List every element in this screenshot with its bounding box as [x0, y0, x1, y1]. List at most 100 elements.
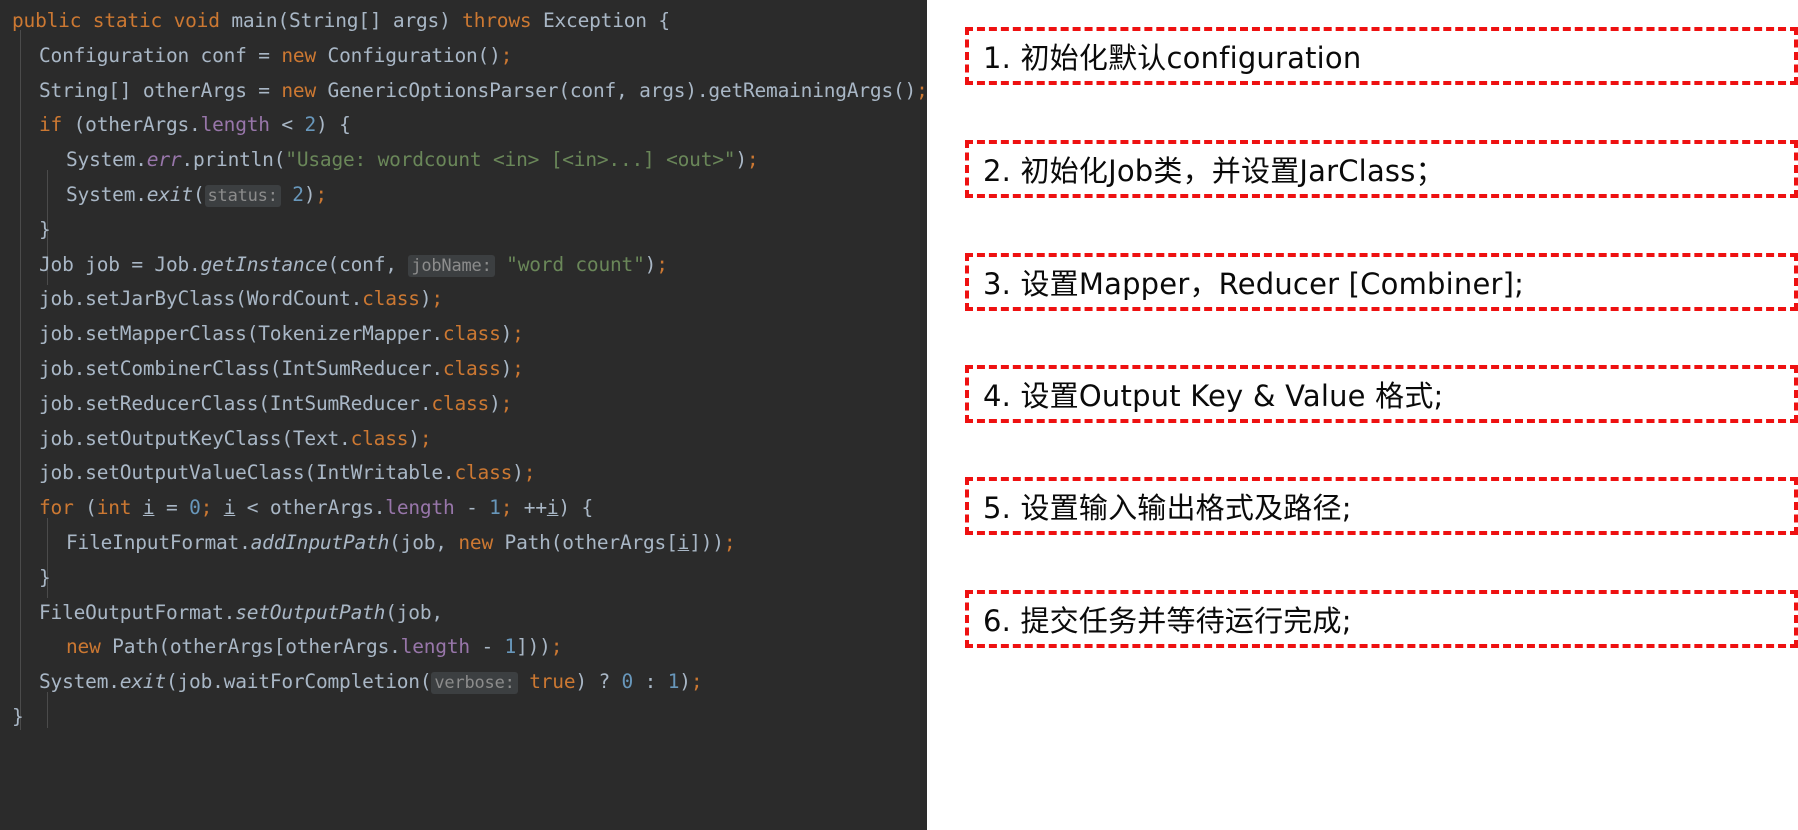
code-token: i [546, 496, 559, 520]
code-line-list[interactable]: public static void main(String[] args) t… [0, 4, 927, 735]
code-token: < [269, 113, 305, 137]
code-token: new [281, 43, 316, 67]
code-token: class [431, 391, 490, 415]
code-token: 2 [304, 113, 316, 137]
code-editor-pane[interactable]: public static void main(String[] args) t… [0, 0, 927, 830]
code-token: ])) [516, 635, 551, 659]
code-token: = [154, 496, 190, 520]
code-token: ) [500, 356, 513, 380]
code-line[interactable]: FileInputFormat.addInputPath(job, new Pa… [0, 526, 927, 561]
code-token: 0 [621, 670, 634, 694]
code-token: class [442, 322, 501, 346]
code-token: ])) [689, 530, 724, 554]
code-line[interactable]: String[] otherArgs = new GenericOptionsP… [0, 74, 927, 109]
code-token: ++ [512, 496, 547, 520]
annotation-label-1: 1. 初始化默认configuration [983, 41, 1362, 75]
code-token: job.setJarByClass(WordCount. [39, 287, 363, 311]
code-line[interactable]: job.setMapperClass(TokenizerMapper.class… [0, 317, 927, 352]
code-token: 1 [667, 670, 680, 694]
code-token: System. [66, 148, 147, 172]
code-token: ) [489, 391, 501, 415]
code-token: 1 [504, 635, 517, 659]
code-token: job.setCombinerClass(IntSumReducer. [39, 356, 443, 380]
code-token: ; [723, 530, 736, 554]
code-token: void [173, 9, 220, 32]
annotations-pane: 1. 初始化默认configuration 2. 初始化Job类，并设置JarC… [927, 0, 1798, 830]
code-token: true [529, 670, 576, 694]
code-token: Exception [542, 9, 647, 32]
code-token: } [39, 217, 51, 241]
annotation-box-6: 6. 提交任务并等待运行完成; [965, 590, 1798, 648]
code-line[interactable]: if (otherArgs.length < 2) { [0, 108, 927, 143]
code-line[interactable]: Job job = Job.getInstance(conf, jobName:… [0, 248, 927, 283]
annotation-box-2: 2. 初始化Job类，并设置JarClass； [965, 140, 1798, 198]
code-token: class [454, 461, 513, 485]
code-token: - [469, 635, 505, 659]
annotation-label-6: 6. 提交任务并等待运行完成; [983, 604, 1352, 638]
code-line[interactable]: } [0, 700, 927, 735]
code-line[interactable]: } [0, 561, 927, 596]
code-token: class [350, 426, 409, 450]
code-token: for [39, 496, 74, 520]
annotation-box-4: 4. 设置Output Key & Value 格式; [965, 365, 1798, 423]
code-line[interactable]: new Path(otherArgs[otherArgs.length - 1]… [0, 630, 927, 665]
code-token: int [96, 496, 132, 520]
code-token: Path(otherArgs[otherArgs. [100, 635, 401, 659]
code-token: ; [200, 496, 213, 520]
code-token: ( [73, 496, 97, 520]
code-token: String [39, 78, 109, 102]
code-token: { [646, 9, 670, 32]
code-token: = [258, 78, 282, 102]
code-line[interactable]: job.setOutputValueClass(IntWritable.clas… [0, 456, 927, 491]
code-token: ) { [558, 496, 594, 520]
code-token: args [392, 9, 440, 32]
code-token: ) [500, 322, 513, 346]
code-token: GenericOptionsParser(conf, args).getRema… [316, 78, 917, 102]
code-token: ) [419, 287, 432, 311]
code-line[interactable]: job.setCombinerClass(IntSumReducer.class… [0, 352, 927, 387]
code-line[interactable]: job.setOutputKeyClass(Text.class); [0, 422, 927, 457]
code-token: ) [644, 252, 657, 276]
code-token: ; [523, 461, 536, 485]
code-token: [] [358, 9, 393, 32]
code-token: : [633, 670, 668, 694]
code-token: "Usage: wordcount <in> [<in>...] <out>" [285, 148, 736, 172]
code-line[interactable]: } [0, 213, 927, 248]
code-token: ; [690, 670, 703, 694]
code-line[interactable]: FileOutputFormat.setOutputPath(job, [0, 596, 927, 631]
code-token: job.setReducerClass(IntSumReducer. [39, 391, 432, 415]
code-token: Job job [39, 252, 132, 276]
code-token: ) [303, 182, 316, 206]
code-token: ) [439, 9, 463, 32]
code-token: i [142, 496, 155, 520]
code-token: Configuration() [315, 43, 501, 67]
code-token: ; [500, 496, 513, 520]
code-token: } [39, 565, 51, 589]
code-token: System. [39, 670, 120, 694]
code-token: ; [512, 322, 524, 346]
code-line[interactable]: job.setReducerClass(IntSumReducer.class)… [0, 387, 927, 422]
code-line[interactable]: System.exit(status: 2); [0, 178, 927, 213]
code-token: setOutputPath [235, 600, 386, 624]
code-token: Job. [154, 252, 201, 276]
annotation-box-5: 5. 设置输入输出格式及路径; [965, 477, 1798, 535]
code-line[interactable]: job.setJarByClass(WordCount.class); [0, 282, 927, 317]
code-token: ; [550, 635, 563, 659]
code-token: (otherArgs. [62, 113, 201, 137]
code-token: - [454, 496, 490, 520]
code-line[interactable]: public static void main(String[] args) t… [0, 4, 927, 39]
code-line[interactable]: Configuration conf = new Configuration()… [0, 39, 927, 74]
code-token: i [223, 496, 236, 520]
code-line[interactable]: for (int i = 0; i < otherArgs.length - 1… [0, 491, 927, 526]
annotation-label-2: 2. 初始化Job类，并设置JarClass； [983, 154, 1445, 188]
code-line[interactable]: System.exit(job.waitForCompletion(verbos… [0, 665, 927, 700]
code-token: } [12, 704, 24, 728]
code-token: new [66, 635, 101, 659]
code-line[interactable]: System.err.println("Usage: wordcount <in… [0, 143, 927, 178]
